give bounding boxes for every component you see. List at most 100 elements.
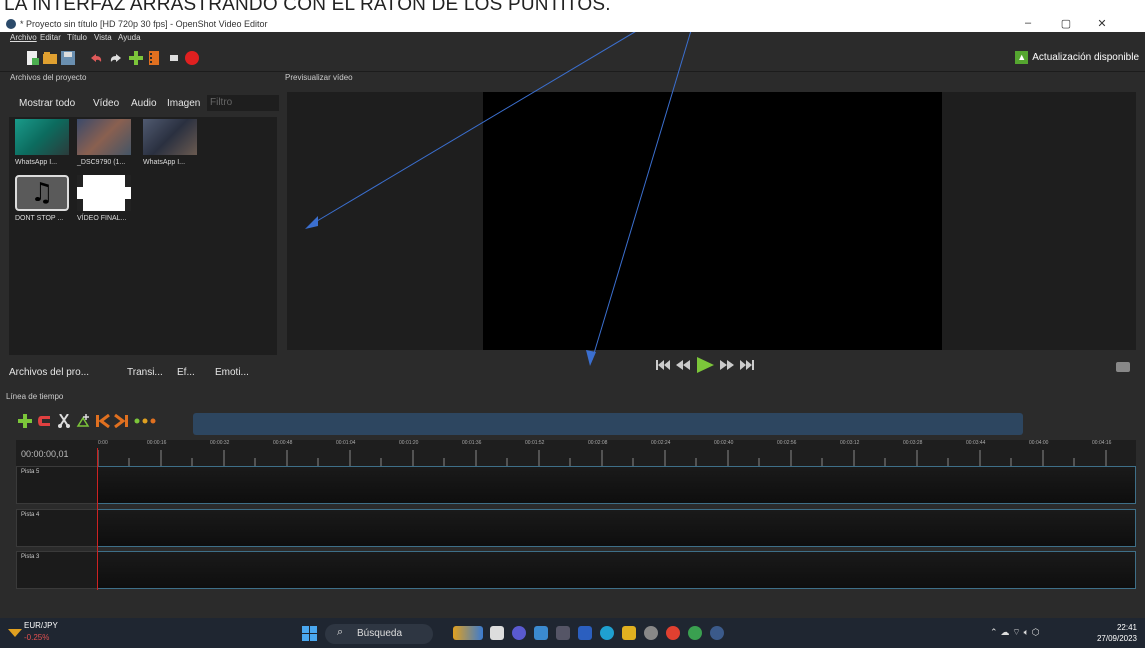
tab-project-files[interactable]: Archivos del pro...: [9, 367, 89, 378]
system-clock[interactable]: 22:41 27/09/2023: [1097, 622, 1137, 644]
track-name: Pista 4: [16, 509, 98, 547]
fast-forward-icon[interactable]: [720, 360, 734, 370]
open-project-icon[interactable]: [42, 50, 58, 66]
menu-ayuda[interactable]: Ayuda: [118, 33, 141, 42]
jump-end-icon[interactable]: [740, 360, 754, 370]
track-name: Pista 3: [16, 551, 98, 589]
add-track-icon[interactable]: [18, 414, 32, 428]
timeline-zoom-scrollbar[interactable]: [193, 413, 1023, 435]
system-tray-icons[interactable]: ⌃ ☁ ⌔ 🔈︎ ⬡: [990, 627, 1040, 638]
export-video-icon[interactable]: [184, 50, 200, 66]
title-bar: * Proyecto sin título [HD 720p 30 fps] -…: [0, 16, 1145, 32]
minimize-button[interactable]: –: [1018, 17, 1038, 29]
timeline-track[interactable]: Pista 3: [16, 551, 1136, 589]
ruler-tick-label: 00:01:04: [336, 440, 356, 446]
tab-transitions[interactable]: Transi...: [127, 367, 163, 378]
jump-start-icon[interactable]: [656, 360, 670, 370]
file-item[interactable]: WhatsApp I...: [15, 119, 69, 166]
start-windows-icon[interactable]: [302, 626, 317, 641]
tab-effects[interactable]: Ef...: [177, 367, 195, 378]
stock-ticker[interactable]: EUR/JPY -0.25%: [24, 620, 104, 644]
add-marker-icon[interactable]: [76, 414, 90, 428]
filter-video[interactable]: Vídeo: [93, 98, 119, 109]
undo-icon[interactable]: [88, 50, 104, 66]
opera-icon[interactable]: [666, 626, 680, 640]
edge-icon[interactable]: [600, 626, 614, 640]
annotation-text: LA INTERFAZ ARRASTRANDO CON EL RATÓN DE …: [0, 0, 1145, 16]
file-label: WhatsApp I...: [143, 159, 186, 166]
window-title: * Proyecto sin título [HD 720p 30 fps] -…: [20, 19, 268, 29]
clock-time: 22:41: [1116, 623, 1137, 632]
ruler-tick-label: 00:00:48: [273, 440, 293, 446]
ruler-tick-label: 0:00: [98, 440, 108, 446]
task-view-icon[interactable]: [490, 626, 504, 640]
update-label: Actualización disponible: [1032, 52, 1139, 63]
menu-titulo[interactable]: Título: [67, 33, 87, 42]
menu-archivo[interactable]: Archivo: [10, 33, 37, 42]
video-thumbnail: [15, 119, 69, 155]
chrome-icon[interactable]: [688, 626, 702, 640]
play-icon[interactable]: [696, 357, 714, 373]
new-project-icon[interactable]: [24, 50, 40, 66]
profile-icon[interactable]: [146, 50, 162, 66]
save-project-icon[interactable]: [60, 50, 76, 66]
file-item[interactable]: VÍDEO FINAL...: [77, 175, 131, 222]
openshot-taskbar-icon[interactable]: [710, 626, 724, 640]
close-button[interactable]: ✕: [1092, 17, 1112, 30]
ruler-tick-label: 00:02:56: [777, 440, 797, 446]
file-label: _DSC9790 (1...: [77, 159, 126, 166]
file-label: DONT STOP ...: [15, 215, 64, 222]
rewind-icon[interactable]: [676, 360, 690, 370]
timeline-track[interactable]: Pista 5: [16, 466, 1136, 504]
timeline-track[interactable]: Pista 4: [16, 509, 1136, 547]
search-label: Búsqueda: [357, 628, 403, 639]
filter-input[interactable]: Filtro: [207, 95, 279, 111]
tab-emojis[interactable]: Emoti...: [215, 367, 249, 378]
update-available-button[interactable]: ▲ Actualización disponible: [1015, 51, 1139, 64]
word-icon[interactable]: [578, 626, 592, 640]
ruler-tick-label: 00:00:32: [210, 440, 230, 446]
file-item[interactable]: WhatsApp I...: [143, 119, 197, 166]
video-thumbnail: [143, 119, 197, 155]
camera-icon[interactable]: [1116, 362, 1130, 372]
taskbar-search[interactable]: ⌕ Búsqueda: [325, 624, 433, 644]
ruler-tick-label: 00:01:36: [462, 440, 482, 446]
main-toolbar: ▲ Actualización disponible: [0, 44, 1145, 72]
settings-icon[interactable]: [644, 626, 658, 640]
files-grid: WhatsApp I... _DSC9790 (1... WhatsApp I.…: [9, 117, 277, 355]
file-item[interactable]: ♫ DONT STOP ...: [15, 175, 69, 222]
snap-icon[interactable]: [38, 415, 50, 427]
track-name: Pista 5: [16, 466, 98, 504]
widget-app-icon[interactable]: [453, 626, 483, 640]
menu-editar[interactable]: Editar: [40, 33, 61, 42]
project-files-panel: Mostrar todo Vídeo Audio Imagen Filtro W…: [9, 86, 279, 386]
filter-show-all[interactable]: Mostrar todo: [19, 98, 75, 109]
razor-icon[interactable]: [58, 414, 70, 428]
track-lane[interactable]: [98, 509, 1136, 547]
track-lane[interactable]: [98, 551, 1136, 589]
playback-controls: [656, 357, 754, 373]
file-explorer-icon[interactable]: [622, 626, 636, 640]
menu-vista[interactable]: Vista: [94, 33, 112, 42]
timeline-ruler[interactable]: 00:00:00,01 0:00 00:00:16 00:00:32 00:00…: [16, 440, 1136, 466]
track-lane[interactable]: [98, 466, 1136, 504]
screenshot-root: LA INTERFAZ ARRASTRANDO CON EL RATÓN DE …: [0, 0, 1145, 648]
file-label: WhatsApp I...: [15, 159, 58, 166]
previous-marker-icon[interactable]: [96, 414, 110, 428]
next-marker-icon[interactable]: [114, 414, 128, 428]
file-item[interactable]: _DSC9790 (1...: [77, 119, 131, 166]
chat-icon[interactable]: [512, 626, 526, 640]
filter-image[interactable]: Imagen: [167, 98, 200, 109]
maximize-button[interactable]: ▢: [1056, 17, 1076, 30]
fullscreen-icon[interactable]: [166, 50, 182, 66]
film-strip-icon: [77, 175, 131, 211]
filter-audio[interactable]: Audio: [131, 98, 157, 109]
center-timeline-icon[interactable]: [134, 417, 156, 425]
app-icon[interactable]: [556, 626, 570, 640]
playhead[interactable]: [97, 448, 98, 590]
import-files-icon[interactable]: [128, 50, 144, 66]
store-icon[interactable]: [534, 626, 548, 640]
redo-icon[interactable]: [108, 50, 124, 66]
stock-widget-icon[interactable]: [8, 626, 22, 640]
timeline-panel-title: Línea de tiempo: [6, 392, 64, 401]
